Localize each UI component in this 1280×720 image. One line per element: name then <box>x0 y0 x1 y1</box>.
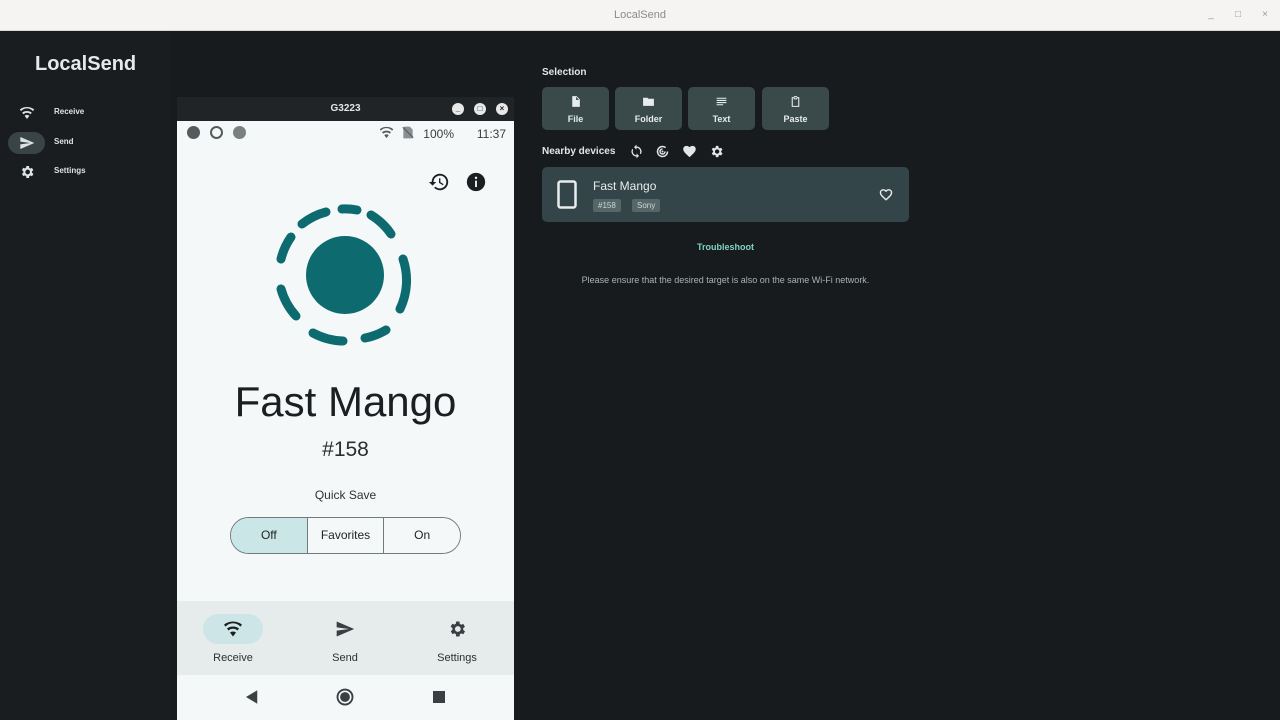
maximize-button[interactable]: □ <box>1231 8 1245 22</box>
wifi-signal-icon <box>379 126 394 139</box>
folder-button[interactable]: Folder <box>615 87 682 130</box>
quick-save-on-option[interactable]: On <box>383 518 460 553</box>
device-card[interactable]: Fast Mango #158 Sony <box>542 167 909 222</box>
emulator-window: G3223 _ □ × 100% 11:37 Fast Mango #158 Q… <box>177 97 514 720</box>
device-number-tag: #158 <box>593 199 621 212</box>
emulator-maximize-button[interactable]: □ <box>474 103 486 115</box>
selection-title: Selection <box>542 67 587 78</box>
back-icon[interactable] <box>243 688 261 706</box>
history-icon[interactable] <box>428 171 450 193</box>
device-name: Fast Mango <box>593 179 657 193</box>
text-button[interactable]: Text <box>688 87 755 130</box>
minimize-button[interactable]: _ <box>1204 8 1218 22</box>
android-status-bar: 100% 11:37 <box>177 121 514 145</box>
data-saver-icon <box>210 126 223 139</box>
gear-icon <box>21 166 34 178</box>
folder-icon <box>643 97 654 106</box>
window-title: LocalSend <box>614 9 666 21</box>
sidebar-item-label: Receive <box>54 107 85 116</box>
battery-level: 100% <box>423 127 454 141</box>
wifi-icon <box>19 107 35 119</box>
file-button[interactable]: File <box>542 87 609 130</box>
status-time: 11:37 <box>476 127 506 141</box>
heart-icon[interactable] <box>682 144 697 159</box>
paste-button-label: Paste <box>783 114 808 124</box>
device-name-heading: Fast Mango <box>234 378 457 425</box>
localsend-logo-icon <box>276 204 411 346</box>
emulator-close-button[interactable]: × <box>496 103 508 115</box>
favorite-heart-icon[interactable] <box>879 188 893 201</box>
close-button[interactable]: × <box>1258 8 1272 22</box>
sidebar-item-receive[interactable]: Receive <box>8 102 158 124</box>
clipboard-icon <box>791 96 800 107</box>
nearby-devices-title: Nearby devices <box>542 146 616 157</box>
file-button-label: File <box>567 114 584 124</box>
sidebar-item-label: Settings <box>54 166 86 175</box>
window-titlebar: LocalSend _ □ × <box>0 0 1280 31</box>
refresh-icon[interactable] <box>629 144 644 159</box>
device-number: #158 <box>322 438 369 461</box>
home-icon[interactable] <box>336 688 354 706</box>
bottom-nav-send[interactable]: Send <box>289 601 401 675</box>
troubleshoot-link[interactable]: Troubleshoot <box>542 242 909 252</box>
folder-button-label: Folder <box>634 114 663 124</box>
app-title: LocalSend <box>35 53 137 75</box>
bottom-nav-label: Settings <box>437 652 477 664</box>
gear-icon <box>450 621 465 637</box>
sidebar-item-label: Send <box>54 137 74 146</box>
wifi-hint-text: Please ensure that the desired target is… <box>581 275 870 285</box>
quick-save-favorites-option[interactable]: Favorites <box>306 518 384 553</box>
smartphone-icon <box>557 180 577 209</box>
info-icon[interactable] <box>465 171 487 193</box>
quick-save-off-option[interactable]: Off <box>231 518 307 553</box>
scan-icon[interactable] <box>655 144 670 159</box>
emulator-minimize-button[interactable]: _ <box>452 103 464 115</box>
emulator-titlebar: G3223 _ □ × <box>177 97 514 121</box>
record-icon <box>233 126 246 139</box>
send-icon <box>20 137 35 149</box>
android-system-nav <box>177 675 514 720</box>
sidebar-item-send[interactable]: Send <box>8 132 158 154</box>
device-vendor-tag: Sony <box>632 199 661 212</box>
no-sim-icon <box>402 126 414 139</box>
bottom-nav-label: Receive <box>213 652 253 664</box>
text-button-label: Text <box>712 114 731 124</box>
dnd-icon <box>187 126 200 139</box>
text-icon <box>716 97 727 106</box>
quick-save-toggle: Off Favorites On <box>230 517 461 554</box>
send-icon <box>336 621 355 637</box>
quick-save-label: Quick Save <box>314 488 377 502</box>
bottom-navigation: Receive Send Settings <box>177 601 514 675</box>
file-icon <box>572 96 580 107</box>
wifi-icon <box>224 621 242 637</box>
recents-icon[interactable] <box>430 688 448 706</box>
sidebar-item-settings[interactable]: Settings <box>8 161 158 183</box>
paste-button[interactable]: Paste <box>762 87 829 130</box>
gear-icon[interactable] <box>709 144 724 159</box>
sidebar: LocalSend Receive Send Settings <box>0 31 169 720</box>
bottom-nav-receive[interactable]: Receive <box>177 601 289 675</box>
bottom-nav-settings[interactable]: Settings <box>401 601 513 675</box>
bottom-nav-label: Send <box>332 652 358 664</box>
